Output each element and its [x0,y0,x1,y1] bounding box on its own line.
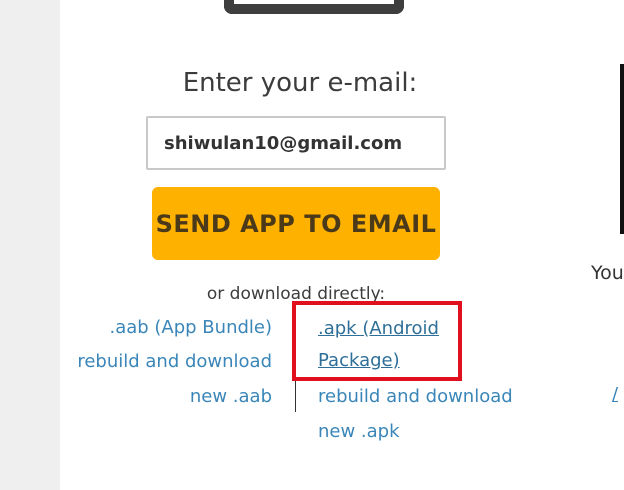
apk-rebuild-link-line1[interactable]: rebuild and download [318,380,513,414]
apk-rebuild-link-line2[interactable]: new .apk [318,415,400,449]
email-input-value: shiwulan10@gmail.com [164,132,403,154]
aab-download-link[interactable]: .aab (App Bundle) [109,311,272,345]
email-input[interactable]: shiwulan10@gmail.com [146,116,446,170]
right-panel-link[interactable]: / [612,384,618,405]
envelope-icon [224,0,404,14]
send-button-label: SEND APP TO EMAIL [155,209,437,238]
aab-rebuild-link-line2[interactable]: new .aab [190,380,272,414]
aab-rebuild-link-line1[interactable]: rebuild and download [77,345,272,379]
right-panel-text: You [591,262,624,284]
right-edge-bar [620,64,624,234]
send-app-to-email-button[interactable]: SEND APP TO EMAIL [152,187,440,260]
email-heading: Enter your e-mail: [182,68,418,98]
highlight-annotation-box [292,301,462,381]
